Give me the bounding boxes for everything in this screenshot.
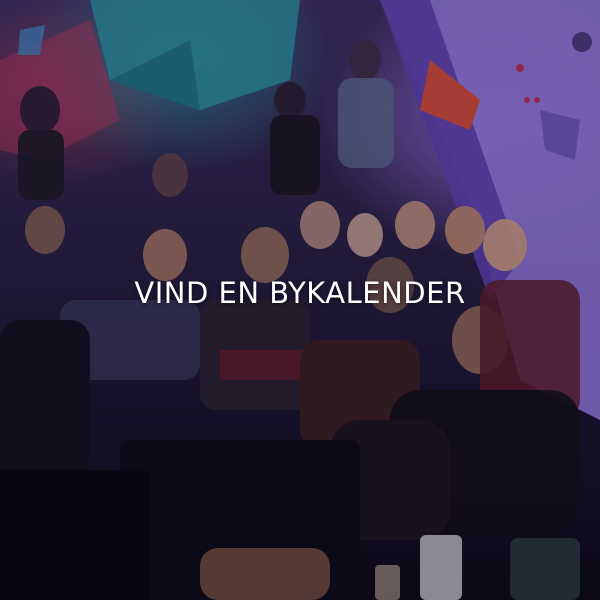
- promo-card[interactable]: VIND EN BYKALENDER: [0, 0, 600, 600]
- card-headline: VIND EN BYKALENDER: [134, 276, 466, 310]
